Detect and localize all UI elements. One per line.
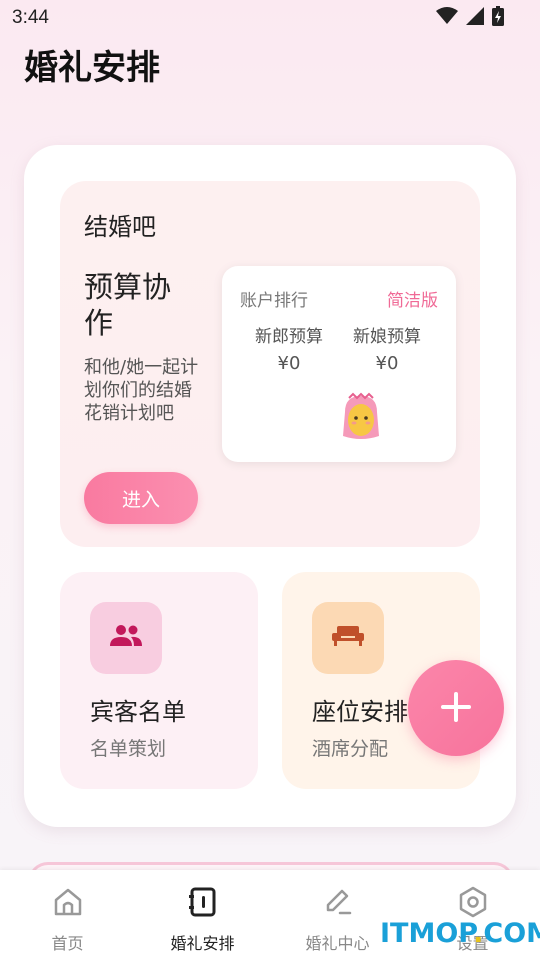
guest-list-title: 宾客名单 [90, 698, 186, 726]
nav-label-wedding-center: 婚礼中心 [305, 934, 370, 953]
home-icon [52, 886, 84, 922]
simple-mode-link[interactable]: 简洁版 [387, 286, 438, 311]
itmop-watermark: ITMOP.COM [380, 918, 540, 949]
status-time: 3:44 [12, 7, 49, 28]
seating-icon-box [312, 602, 384, 674]
add-fab-button[interactable] [408, 660, 504, 756]
bride-budget-label: 新娘预算 [353, 327, 421, 347]
enter-button[interactable]: 进入 [84, 472, 198, 524]
guest-list-icon-box [90, 602, 162, 674]
page-title: 婚礼安排 [24, 48, 160, 88]
watermark-dot: . [473, 918, 484, 949]
watermark-brand-b: COM [483, 918, 540, 949]
account-ranking-card[interactable]: 账户排行 简洁版 新郎预算 ¥0 新娘预算 ¥0 [222, 266, 456, 462]
status-bar: 3:44 [0, 0, 540, 36]
budget-heading: 预算协作 [84, 270, 172, 340]
seating-title: 座位安排 [312, 698, 408, 726]
wedding-budget-panel: 结婚吧 预算协作 和他/她一起计划你们的结婚花销计划吧 进入 账户排行 简洁版 … [60, 181, 480, 547]
guest-list-subtitle: 名单策划 [90, 738, 167, 760]
bride-budget: 新娘预算 ¥0 [342, 322, 432, 374]
guest-list-card[interactable]: 宾客名单 名单策划 [60, 572, 258, 789]
nav-label-wedding-plan: 婚礼安排 [170, 934, 235, 953]
nav-item-home[interactable]: 首页 [0, 870, 135, 960]
groom-budget-value: ¥0 [277, 353, 301, 374]
notebook-icon [187, 886, 219, 922]
edit-icon [322, 886, 354, 922]
bride-budget-value: ¥0 [375, 353, 399, 374]
sofa-icon [331, 624, 365, 652]
nav-label-home: 首页 [51, 934, 84, 953]
plus-icon [441, 691, 471, 725]
people-icon [109, 624, 143, 652]
battery-charging-icon [492, 6, 504, 30]
panel-title: 结婚吧 [84, 213, 156, 241]
settings-icon [457, 886, 489, 922]
groom-budget-label: 新郎预算 [255, 327, 323, 347]
bride-avatar-icon [339, 392, 383, 448]
watermark-brand-a: ITMOP [380, 918, 474, 949]
wifi-icon [436, 7, 458, 29]
signal-icon [466, 7, 484, 29]
ranking-title: 账户排行 [240, 291, 308, 311]
budget-description: 和他/她一起计划你们的结婚花销计划吧 [84, 357, 199, 424]
nav-item-wedding-plan[interactable]: 婚礼安排 [135, 870, 270, 960]
groom-budget: 新郎预算 ¥0 [244, 322, 334, 374]
seating-subtitle: 酒席分配 [312, 738, 389, 760]
status-icons [436, 6, 504, 30]
